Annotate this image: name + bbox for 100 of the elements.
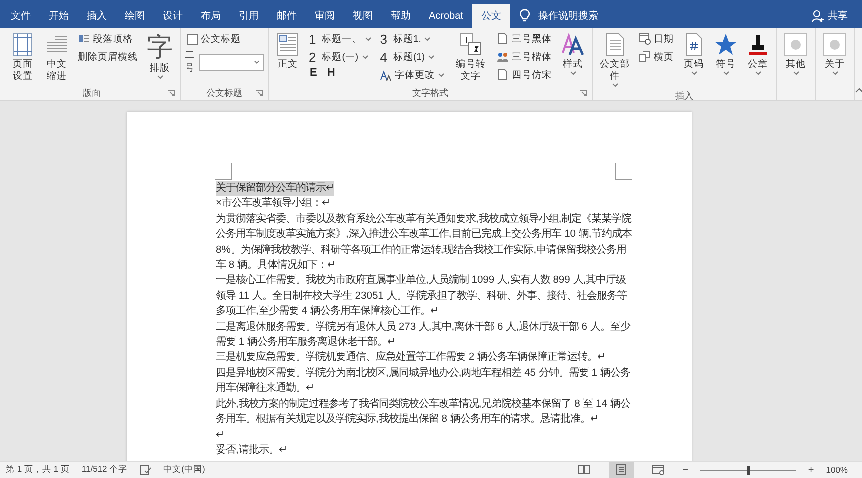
style-button[interactable]: 3 标题1. [378,31,448,48]
page-count[interactable]: 第 1 页，共 1 页 [6,464,70,476]
ribbon-button[interactable]: 横页 [637,49,676,65]
paragraph: ×市公车改革领导小组：↵ [216,196,332,212]
ribbon-button[interactable]: 关于 [820,31,850,78]
ribbon-tab[interactable]: 视图 [344,4,382,28]
dialog-launcher-icon [168,90,175,97]
proofing-icon [140,464,152,476]
ribbon-button[interactable]: 四号仿宋 [495,67,554,83]
ribbon-tab[interactable]: 引用 [230,4,268,28]
caret-icon [754,71,762,76]
group-label: 版面 [83,87,101,100]
ribbon-button[interactable]: 三号黑体 [495,31,554,47]
ribbon-tab[interactable]: 设计 [154,4,192,28]
page-layout-icon [11,33,35,57]
paragraph: 妥否,请批示。↵ [216,443,288,458]
ribbon-button[interactable]: 公章 [744,31,772,78]
styles-icon [561,33,586,57]
ribbon-button[interactable]: 日期 [637,31,676,47]
language[interactable]: 中文(中国) [164,464,206,476]
caret-icon [362,55,369,60]
field-label: 二号 [185,49,195,75]
paragraph: 为贯彻落实省委、市委以及教育系统公车改革有关通知要求,我校成立领导小组,制定《某某学院公务用车制度改革实施方案》,深入推进公车改革工作,目前已完成上交公务用车 10 辆,节约成本 8%。为保障我校教学、科研等各项工作的正常运转,现结合我校工作实际,申请保留我校公务用车 8 辆。具体情况如下：↵ [216,212,633,274]
paragraph: 一是核心工作需要。我校为市政府直属事业单位,人员编制 1099 人,实有人数 899 人,其中厅级领导 11 人。全日制在校大学生 23051 人。学院承担了教学、科研、外事、接待、社会服务等多项工作,至少需要 4 辆公务用车保障核心工作。↵ [216,273,628,320]
calendar-clock-icon [639,33,652,45]
paragraph: ↵ [216,428,225,442]
paragraph: 此外,我校方案的制定过程参考了我省同类院校公车改革情况,兄弟院校基本保留了 8 至 14 辆公务用车。根据有关规定以及学院实际,我校提出保留 8 辆公务用车的请求。恳请批准。↵ [216,397,632,428]
ribbon-tab[interactable]: 布局 [192,4,230,28]
dialog-launcher-button[interactable] [167,89,176,98]
dialog-launcher-icon [580,90,588,97]
document-icon [497,69,510,81]
ribbon-button[interactable]: 段落顶格 [76,31,140,47]
ribbon-tab[interactable]: Acrobat [420,4,472,28]
numbered-boxes-icon [459,33,484,57]
font-size-dropdown[interactable] [199,54,264,70]
style-button[interactable]: 4 标题(1) [378,49,448,66]
ribbon-button[interactable]: 符号 [712,31,740,78]
caret-icon [156,75,164,80]
ribbon-button[interactable]: 编号转文字 [451,31,492,85]
chevron-up-icon [855,88,862,93]
word-count[interactable]: 11/512 个字 [82,464,128,476]
ribbon-tab[interactable]: 邮件 [268,4,306,28]
ribbon-button[interactable]: 页码 [680,31,708,78]
group-label: 文字格式 [412,87,449,100]
paragraph: 关于保留部分公车的请示↵ [216,181,334,196]
paragraph: 三是机要应急需要。学院机要通信、应急处置等工作需要 2 辆公务车辆保障正常运转。↵ [216,350,606,366]
heading-button[interactable]: E [310,67,318,79]
ribbon-button[interactable]: 公文部件 [597,31,634,90]
ribbon-tab[interactable]: 帮助 [382,4,420,28]
ribbon-tab[interactable]: 公文 [472,4,510,28]
ribbon-button[interactable]: 字体更改 [378,67,448,84]
caret-icon [832,71,839,76]
style-button[interactable]: 1 标题一、 [307,31,374,48]
ribbon-tab[interactable]: 文件 [2,4,40,28]
ribbon-button[interactable]: 其他 [781,31,812,78]
paragraph-icon [78,33,90,45]
caret-icon [438,73,446,78]
caret-icon [612,83,619,88]
caret-icon [570,71,577,76]
ribbon-button[interactable]: 页面设置 [8,31,38,85]
ribbon-button[interactable]: 正文 [273,31,303,73]
group-label: 公文标题 [206,87,242,100]
circle-box-icon [784,33,808,57]
ribbon-button[interactable]: 字 排版 [144,31,176,82]
style-button[interactable]: 2 标题(一) [307,49,374,66]
print-layout-icon [614,464,628,476]
lightbulb-icon [520,9,530,23]
caret-icon [690,71,698,76]
dialog-launcher-button[interactable] [579,89,588,98]
people-icon [497,51,510,63]
star-icon [714,33,738,57]
caret-icon [424,37,432,42]
dialog-launcher-button[interactable] [255,89,264,98]
ribbon-button[interactable]: 中文缩进 [42,31,72,85]
zoom-level[interactable]: 100% [826,465,848,475]
share-button[interactable]: 共享 [812,4,848,28]
circle-box-icon [823,33,848,57]
ribbon-tab[interactable]: 插入 [78,4,116,28]
caret-icon [428,55,436,60]
rotated-page-icon [639,51,652,63]
read-mode-icon [578,464,591,476]
paragraph: 二是离退休服务需要。学院另有退休人员 273 人,其中,离休干部 6 人,退休厅级干部 6 人。至少需要 1 辆公务用车服务离退休老干部。↵ [216,320,632,350]
tell-me-search[interactable]: 操作说明搜索 [520,4,598,28]
ribbon-button[interactable]: 三号楷体 [495,49,554,65]
corner-mark [215,163,232,180]
paragraph: 四是异地校区需要。学院分为南北校区,属同城异地办公,两地车程相差 45 分钟。需要 1 辆公务用车保障往来通勤。↵ [216,366,632,396]
ribbon-button[interactable]: 样式 [558,31,588,78]
zoom-in-button[interactable]: + [808,464,814,476]
caret-icon [722,71,730,76]
ribbon-tab[interactable]: 绘图 [116,4,154,28]
heading-button[interactable]: H [327,67,336,79]
ribbon-button[interactable]: 删除页眉横线 [76,49,140,65]
person-icon [812,10,825,22]
ribbon-tab[interactable]: 开始 [40,4,78,28]
ribbon-tab[interactable]: 审阅 [306,4,344,28]
checkbox[interactable]: 公文标题 [185,31,264,47]
view-button[interactable] [608,462,634,478]
document-icon [497,33,510,45]
caret-icon [365,37,372,42]
zoom-out-button[interactable]: − [682,464,688,476]
